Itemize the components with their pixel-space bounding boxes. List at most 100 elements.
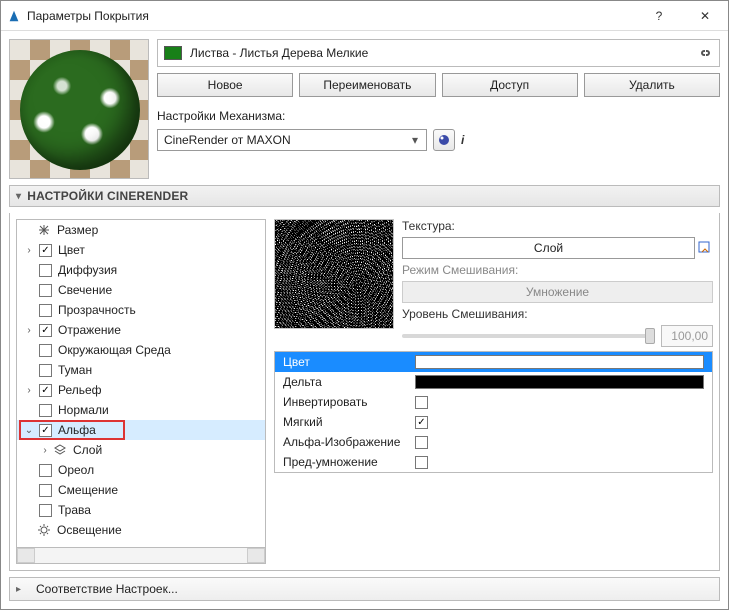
prop-checkbox[interactable] [415,416,428,429]
mechanism-combo[interactable]: CineRender от MAXON ▾ [157,129,427,151]
tree-label: Отражение [58,323,121,337]
prop-name: Мягкий [275,415,415,429]
footer-label: Соответствие Настроек... [36,582,178,596]
footer-bar[interactable]: ▸ Соответствие Настроек... [9,577,720,601]
prop-value[interactable] [415,436,712,449]
tree-row-окружающая-среда[interactable]: Окружающая Среда [17,340,265,360]
prop-name: Цвет [275,355,415,369]
prop-row-инвертировать[interactable]: Инвертировать [275,392,712,412]
prop-checkbox[interactable] [415,436,428,449]
tree-row-цвет[interactable]: ›Цвет [17,240,265,260]
tree-row-ореол[interactable]: Ореол [17,460,265,480]
channel-checkbox[interactable] [39,404,52,417]
channel-checkbox[interactable] [39,304,52,317]
expand-toggle[interactable]: › [23,245,35,256]
prop-row-цвет[interactable]: Цвет [275,352,712,372]
texture-preview[interactable] [274,219,394,329]
prop-name: Пред-умножение [275,455,415,469]
tree-row-диффузия[interactable]: Диффузия [17,260,265,280]
window-title: Параметры Покрытия [27,9,636,23]
tree-row-нормали[interactable]: Нормали [17,400,265,420]
color-cell[interactable] [415,355,704,369]
prop-row-дельта[interactable]: Дельта [275,372,712,392]
delete-button[interactable]: Удалить [584,73,720,97]
tree-row-туман[interactable]: Туман [17,360,265,380]
channel-checkbox[interactable] [39,464,52,477]
blend-mode-label: Режим Смешивания: [402,263,713,277]
tree-scrollbar[interactable] [16,548,266,564]
tree-label: Рельеф [58,383,102,397]
prop-value[interactable] [415,396,712,409]
slider-thumb[interactable] [645,328,655,344]
channel-checkbox[interactable] [39,324,52,337]
preview-sphere [20,50,140,170]
expand-toggle[interactable]: ⌄ [23,425,35,436]
blend-level-value[interactable]: 100,00 [661,325,713,347]
channel-checkbox[interactable] [39,284,52,297]
tree-label: Нормали [58,403,109,417]
tree-row-свечение[interactable]: Свечение [17,280,265,300]
titlebar: Параметры Покрытия ? ✕ [1,1,728,31]
blend-level-slider[interactable] [402,334,655,338]
tree-row-альфа[interactable]: ⌄Альфа [17,420,265,440]
tree-label: Трава [58,503,91,517]
expand-toggle[interactable]: › [23,385,35,396]
channel-checkbox[interactable] [39,364,52,377]
expand-toggle[interactable]: › [23,325,35,336]
tree-row-трава[interactable]: Трава [17,500,265,520]
access-button[interactable]: Доступ [442,73,578,97]
tree-label: Размер [57,223,98,237]
prop-row-пред-умножение[interactable]: Пред-умножение [275,452,712,472]
expand-toggle[interactable]: › [39,445,51,456]
layers-icon [53,443,67,457]
channel-checkbox[interactable] [39,344,52,357]
material-preview[interactable] [9,39,149,179]
prop-value[interactable] [415,456,712,469]
rename-button[interactable]: Переименовать [299,73,435,97]
channel-checkbox[interactable] [39,264,52,277]
color-cell[interactable] [415,375,704,389]
prop-value[interactable] [415,355,712,369]
close-button[interactable]: ✕ [682,1,728,31]
info-icon[interactable]: i [461,133,464,147]
prop-row-мягкий[interactable]: Мягкий [275,412,712,432]
channel-checkbox[interactable] [39,384,52,397]
channel-tree[interactable]: Размер›ЦветДиффузияСвечениеПрозрачность›… [16,219,266,548]
link-icon[interactable] [697,45,713,61]
action-buttons: Новое Переименовать Доступ Удалить [157,73,720,97]
tree-row-размер[interactable]: Размер [17,220,265,240]
tree-row-слой[interactable]: ›Слой [17,440,265,460]
prop-value[interactable] [415,416,712,429]
channel-checkbox[interactable] [39,424,52,437]
prop-checkbox[interactable] [415,396,428,409]
blend-mode-value: Умножение [526,285,589,299]
preview-engine-button[interactable] [433,129,455,151]
channel-checkbox[interactable] [39,504,52,517]
texture-label: Текстура: [402,219,713,233]
prop-value[interactable] [415,375,712,389]
tree-row-освещение[interactable]: Освещение [17,520,265,540]
section-header[interactable]: ▾ НАСТРОЙКИ CINERENDER [9,185,720,207]
prop-checkbox[interactable] [415,456,428,469]
tree-row-прозрачность[interactable]: Прозрачность [17,300,265,320]
tree-row-отражение[interactable]: › Отражение [17,320,265,340]
tree-wrap: Размер›ЦветДиффузияСвечениеПрозрачность›… [16,219,266,564]
texture-menu-icon[interactable] [697,240,713,256]
prop-row-альфа-изображение[interactable]: Альфа-Изображение [275,432,712,452]
chevron-down-icon: ▾ [408,133,422,147]
material-swatch[interactable] [164,46,182,60]
prop-name: Альфа-Изображение [275,435,415,449]
new-button[interactable]: Новое [157,73,293,97]
channel-checkbox[interactable] [39,244,52,257]
blend-level-label: Уровень Смешивания: [402,307,713,321]
texture-dropdown[interactable]: Слой [402,237,695,259]
blend-mode-dropdown: Умножение [402,281,713,303]
tree-row-рельеф[interactable]: › Рельеф [17,380,265,400]
mechanism-label: Настройки Механизма: [157,109,720,123]
channel-checkbox[interactable] [39,484,52,497]
property-table: Цвет ДельтаИнвертировать Мягкий Альфа-Изобр… [274,351,713,473]
tree-row-смещение[interactable]: Смещение [17,480,265,500]
help-button[interactable]: ? [636,1,682,31]
tree-label: Свечение [58,283,112,297]
top-right: Листва - Листья Дерева Мелкие Новое Пере… [157,39,720,179]
